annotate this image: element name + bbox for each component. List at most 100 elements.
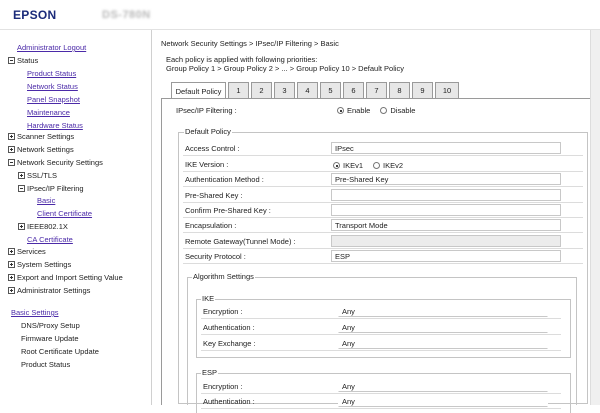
enable-radio[interactable] xyxy=(337,107,344,114)
confirm-psk-input[interactable] xyxy=(331,204,561,216)
auth-method-select[interactable]: Pre-Shared Key xyxy=(331,173,561,185)
tree-ipsec-filtering[interactable]: IPsec/IP Filtering xyxy=(18,184,84,193)
expand-icon[interactable] xyxy=(8,287,15,294)
security-protocol-row: Security Protocol : ESP xyxy=(183,250,583,264)
tree-network-security-settings[interactable]: Network Security Settings xyxy=(8,158,103,167)
tab-1[interactable]: 1 xyxy=(228,82,249,98)
ike-key-exchange-select[interactable]: Any xyxy=(338,337,548,349)
maintenance-link[interactable]: Maintenance xyxy=(27,108,70,117)
confirm-psk-label: Confirm Pre-Shared Key : xyxy=(185,206,271,215)
esp-authentication-select[interactable]: Any xyxy=(338,395,548,407)
ike-key-exchange-label: Key Exchange : xyxy=(203,339,256,348)
disable-label: Disable xyxy=(390,106,416,115)
remote-gateway-row: Remote Gateway(Tunnel Mode) : xyxy=(183,235,583,249)
algorithm-settings-legend: Algorithm Settings xyxy=(192,272,255,281)
encapsulation-select[interactable]: Transport Mode xyxy=(331,219,561,231)
collapse-icon[interactable] xyxy=(8,57,15,64)
firmware-update-item[interactable]: Firmware Update xyxy=(21,334,79,343)
esp-legend: ESP xyxy=(201,368,219,377)
tree-administrator-settings[interactable]: Administrator Settings xyxy=(8,286,90,295)
basic-link[interactable]: Basic xyxy=(37,196,55,205)
tree-ieee8021x[interactable]: IEEE802.1X xyxy=(18,222,68,231)
expand-icon[interactable] xyxy=(8,274,15,281)
ikev1-radio[interactable] xyxy=(333,162,340,169)
ike-authentication-select[interactable]: Any xyxy=(338,321,548,333)
epson-logo: EPSON xyxy=(13,8,57,22)
breadcrumb: Network Security Settings > IPsec/IP Fil… xyxy=(161,39,339,48)
tree-scanner-settings[interactable]: Scanner Settings xyxy=(8,132,74,141)
esp-encryption-row: Encryption : Any xyxy=(201,380,561,394)
ike-authentication-row: Authentication : Any xyxy=(201,321,561,335)
default-policy-fieldset: Default Policy Access Control : IPsec IK… xyxy=(178,127,588,413)
ike-encryption-label: Encryption : xyxy=(203,307,243,316)
expand-icon[interactable] xyxy=(8,248,15,255)
admin-logout-link[interactable]: Administrator Logout xyxy=(17,43,86,52)
ca-certificate-link[interactable]: CA Certificate xyxy=(27,235,73,244)
expand-icon[interactable] xyxy=(8,261,15,268)
network-status-link[interactable]: Network Status xyxy=(27,82,78,91)
tree-system-settings[interactable]: System Settings xyxy=(8,260,71,269)
ikev1-label: IKEv1 xyxy=(343,161,364,170)
tree-ssl-tls[interactable]: SSL/TLS xyxy=(18,171,57,180)
tab-2[interactable]: 2 xyxy=(251,82,272,98)
filtering-label: IPsec/IP Filtering : xyxy=(176,106,237,115)
basic-settings-link[interactable]: Basic Settings xyxy=(11,308,59,317)
tree-status[interactable]: Status xyxy=(8,56,38,65)
psk-input[interactable] xyxy=(331,189,561,201)
remote-gateway-input[interactable] xyxy=(331,235,561,247)
remote-gateway-label: Remote Gateway(Tunnel Mode) : xyxy=(185,237,296,246)
ike-fieldset: IKE Encryption : Any Authentication : An… xyxy=(196,294,571,358)
ike-encryption-select[interactable]: Any xyxy=(338,305,548,317)
top-header: EPSON DS-780N xyxy=(0,0,600,30)
expand-icon[interactable] xyxy=(8,133,15,140)
ike-version-row: IKE Version : IKEv1 IKEv2 xyxy=(183,158,583,172)
encapsulation-row: Encapsulation : Transport Mode xyxy=(183,219,583,233)
expand-icon[interactable] xyxy=(8,146,15,153)
sidebar: Administrator Logout Status Product Stat… xyxy=(0,30,152,405)
default-policy-legend: Default Policy xyxy=(184,127,232,136)
disable-radio[interactable] xyxy=(380,107,388,114)
ike-encryption-row: Encryption : Any xyxy=(201,305,561,319)
root-certificate-update-item[interactable]: Root Certificate Update xyxy=(21,347,99,356)
tab-10[interactable]: 10 xyxy=(435,82,459,98)
confirm-psk-row: Confirm Pre-Shared Key : xyxy=(183,204,583,218)
product-status-item[interactable]: Product Status xyxy=(21,360,70,369)
tab-8[interactable]: 8 xyxy=(389,82,410,98)
hardware-status-link[interactable]: Hardware Status xyxy=(27,121,83,130)
esp-fieldset: ESP Encryption : Any Authentication : An… xyxy=(196,368,571,413)
expand-icon[interactable] xyxy=(18,223,25,230)
esp-authentication-row: Authentication : Any xyxy=(201,395,561,409)
filtering-radio-group: Enable Disable xyxy=(337,106,425,115)
tab-default-policy[interactable]: Default Policy xyxy=(171,82,226,99)
vertical-scrollbar[interactable] xyxy=(590,30,600,405)
psk-label: Pre-Shared Key : xyxy=(185,191,243,200)
product-status-link[interactable]: Product Status xyxy=(27,69,76,78)
tab-4[interactable]: 4 xyxy=(297,82,318,98)
tab-9[interactable]: 9 xyxy=(412,82,433,98)
client-certificate-link[interactable]: Client Certificate xyxy=(37,209,92,218)
ikev2-radio[interactable] xyxy=(373,162,381,169)
main-content: Network Security Settings > IPsec/IP Fil… xyxy=(153,30,600,413)
expand-icon[interactable] xyxy=(18,172,25,179)
access-control-row: Access Control : IPsec xyxy=(183,142,583,156)
esp-encryption-select[interactable]: Any xyxy=(338,380,548,392)
panel-snapshot-link[interactable]: Panel Snapshot xyxy=(27,95,80,104)
collapse-icon[interactable] xyxy=(18,185,25,192)
tab-5[interactable]: 5 xyxy=(320,82,341,98)
tab-3[interactable]: 3 xyxy=(274,82,295,98)
ike-version-label: IKE Version : xyxy=(185,160,229,169)
tree-export-import[interactable]: Export and Import Setting Value xyxy=(8,273,123,282)
security-protocol-select[interactable]: ESP xyxy=(331,250,561,262)
security-protocol-label: Security Protocol : xyxy=(185,252,246,261)
access-control-select[interactable]: IPsec xyxy=(331,142,561,154)
tab-7[interactable]: 7 xyxy=(366,82,387,98)
auth-method-label: Authentication Method : xyxy=(185,175,264,184)
dns-proxy-setup-item[interactable]: DNS/Proxy Setup xyxy=(21,321,80,330)
tree-network-settings[interactable]: Network Settings xyxy=(8,145,74,154)
esp-encryption-label: Encryption : xyxy=(203,382,243,391)
tab-6[interactable]: 6 xyxy=(343,82,364,98)
ikev2-label: IKEv2 xyxy=(383,161,404,170)
collapse-icon[interactable] xyxy=(8,159,15,166)
tree-services[interactable]: Services xyxy=(8,247,46,256)
ike-version-radio-group: IKEv1 IKEv2 xyxy=(333,161,413,170)
